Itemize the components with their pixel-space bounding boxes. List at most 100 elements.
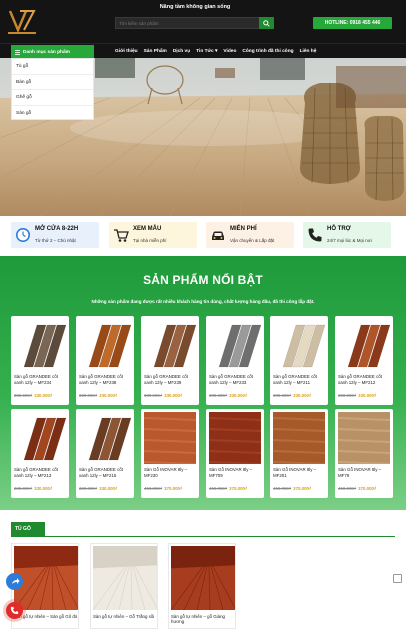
nav-item-news[interactable]: Tin Tức ▾ (196, 49, 217, 54)
nav-item-contact[interactable]: Liên hệ (300, 49, 317, 54)
chevron-down-icon: ▾ (215, 49, 218, 54)
category-item-ghe-go[interactable]: Ghế gỗ (12, 90, 93, 106)
category-menu-button[interactable]: Danh mục sản phẩm (11, 45, 94, 59)
nav-item-projects[interactable]: Công trình đã thi công (242, 49, 293, 54)
old-price: 380.000₫ (14, 393, 33, 398)
product-card[interactable]: Sàn gỗ GRANDEE cốt xanh 12ly – MF234 380.… (11, 316, 69, 405)
product-name[interactable]: Sàn gỗ GRANDEE cốt xanh 12ly – MF234 (14, 374, 68, 385)
product-card[interactable]: Sàn Gỗ INOVAR 8ly – MF230 450.000₫ 370.000… (141, 409, 199, 498)
product-prices: 380.000₫ 330.000₫ (14, 393, 68, 398)
category-menu-label: Danh mục sản phẩm (23, 49, 70, 55)
old-price: 380.000₫ (338, 393, 357, 398)
category-item-san-go[interactable]: Sàn gỗ (12, 106, 93, 122)
product-card[interactable]: Sàn gỗ GRANDEE cốt xanh 12ly – MF239 380.… (141, 316, 199, 405)
nav-item-about[interactable]: Giới thiệu (115, 49, 138, 54)
logo[interactable] (4, 8, 40, 36)
old-price: 450.000₫ (273, 486, 292, 491)
product-image[interactable] (143, 412, 197, 465)
service-support[interactable]: HỖ TRỢ 24/7 mọi lúc & Mọi nơi (303, 222, 391, 248)
product-name[interactable]: Sàn gỗ tự nhiên – Sàn gỗ Gõ đỏ (14, 614, 78, 619)
product-image[interactable] (92, 546, 159, 611)
nav-item-video[interactable]: Video (223, 49, 236, 54)
product-image[interactable] (79, 412, 132, 464)
service-free-delivery[interactable]: MIỄN PHÍ Vận chuyển & Lắp đặt (206, 222, 294, 248)
sale-price: 370.000₫ (358, 486, 377, 491)
page: Nâng tầm không gian sống HOTLINE: 0918 4… (0, 0, 406, 629)
category-item-ban-go[interactable]: Bàn gỗ (12, 75, 93, 90)
sale-price: 330.000₫ (34, 486, 53, 491)
hotline-button[interactable]: HOTLINE: 0918 455 446 (313, 17, 392, 29)
call-button[interactable] (6, 602, 23, 619)
product-name[interactable]: Sàn gỗ GRANDEE cốt xanh 12ly – MF238 (79, 374, 133, 385)
product-name[interactable]: Sàn Gỗ INOVAR 8ly – MF230 (144, 467, 198, 478)
product-name[interactable]: Sàn gỗ GRANDEE cốt xanh 12ly – MF213 (14, 467, 68, 478)
product-image[interactable] (14, 319, 67, 371)
service-title: XEM MẪU (133, 226, 162, 232)
main-nav: Danh mục sản phẩm Giới thiệu Sản Phẩm Dị… (0, 43, 406, 59)
section-title: SẢN PHẨM NỔI BẬT (143, 273, 263, 287)
product-prices: 450.000₫ 370.000₫ (338, 486, 392, 491)
sale-price: 330.000₫ (34, 393, 53, 398)
tu-go-product-card[interactable]: Sàn gỗ tự nhiên – Gỗ Trắng sồi (90, 543, 159, 629)
old-price: 450.000₫ (144, 486, 163, 491)
sale-price: 330.000₫ (99, 393, 118, 398)
nav-menu: Giới thiệu Sản Phẩm Dịch vụ Tin Tức ▾ Vi… (115, 44, 322, 59)
old-price: 380.000₫ (79, 393, 98, 398)
category-list: Tủ gỗ Bàn gỗ Ghế gỗ Sàn gỗ (11, 58, 94, 120)
product-image[interactable] (272, 412, 326, 465)
old-price: 380.000₫ (79, 486, 98, 491)
product-prices: 380.000₫ 330.000₫ (14, 486, 68, 491)
product-image[interactable] (144, 319, 197, 371)
product-name[interactable]: Sàn gỗ GRANDEE cốt xanh 12ly – MF211 (273, 374, 327, 385)
nav-item-services[interactable]: Dịch vụ (173, 49, 190, 54)
product-card[interactable]: Sàn gỗ GRANDEE cốt xanh 12ly – MF215 380.… (76, 409, 134, 498)
messenger-button[interactable] (6, 573, 23, 590)
product-image[interactable] (13, 546, 80, 611)
clock-icon (16, 228, 30, 242)
product-card[interactable]: Sàn Gỗ INOVAR 8ly – MF79 450.000₫ 370.000₫ (335, 409, 393, 498)
car-icon (212, 231, 224, 240)
product-name[interactable]: Sàn Gỗ INOVAR 8ly – MF79 (338, 467, 392, 478)
product-card[interactable]: Sàn gỗ GRANDEE cốt xanh 12ly – MF233 380.… (206, 316, 264, 405)
product-card[interactable]: Sàn gỗ GRANDEE cốt xanh 12ly – MF238 380.… (76, 316, 134, 405)
product-image[interactable] (170, 546, 237, 611)
scroll-top-button[interactable] (393, 574, 402, 583)
product-name[interactable]: Sàn gỗ GRANDEE cốt xanh 12ly – MF215 (79, 467, 133, 478)
product-image[interactable] (79, 319, 132, 371)
tu-go-product-card[interactable]: Sàn gỗ tự nhiên – gỗ Giáng hương (168, 543, 237, 629)
service-subtitle: Vận chuyển & Lắp đặt (230, 238, 275, 243)
product-name[interactable]: Sàn gỗ GRANDEE cốt xanh 12ly – MF212 (338, 374, 392, 385)
product-card[interactable]: Sàn Gỗ INOVAR 8ly – MF709 450.000₫ 370.000… (206, 409, 264, 498)
product-image[interactable] (273, 319, 326, 371)
product-card[interactable]: Sàn gỗ GRANDEE cốt xanh 12ly – MF212 380.… (335, 316, 393, 405)
product-prices: 380.000₫ 330.000₫ (273, 393, 327, 398)
old-price: 450.000₫ (209, 486, 228, 491)
product-card[interactable]: Sàn gỗ GRANDEE cốt xanh 12ly – MF213 380.… (11, 409, 69, 498)
search-input[interactable] (115, 17, 260, 29)
search-button[interactable] (259, 17, 274, 29)
nav-item-products[interactable]: Sản Phẩm (144, 49, 167, 54)
product-name[interactable]: Sàn gỗ tự nhiên – gỗ Giáng hương (171, 614, 235, 625)
cart-icon (114, 229, 129, 242)
product-card[interactable]: Sàn gỗ GRANDEE cốt xanh 12ly – MF211 380.… (270, 316, 328, 405)
product-image[interactable] (208, 412, 262, 465)
product-image[interactable] (337, 412, 391, 465)
product-name[interactable]: Sàn Gỗ INOVAR 8ly – MF201 (273, 467, 327, 478)
product-image[interactable] (338, 319, 391, 371)
category-item-tu-go[interactable]: Tủ gỗ (12, 59, 93, 75)
tu-go-header: TỦ GỖ (11, 522, 395, 537)
search-icon (263, 19, 270, 27)
product-image[interactable] (14, 412, 67, 464)
product-name[interactable]: Sàn gỗ tự nhiên – Gỗ Trắng sồi (93, 614, 157, 619)
product-name[interactable]: Sàn gỗ GRANDEE cốt xanh 12ly – MF233 (209, 374, 263, 385)
product-image[interactable] (209, 319, 262, 371)
sale-price: 330.000₫ (99, 486, 118, 491)
product-name[interactable]: Sàn gỗ GRANDEE cốt xanh 12ly – MF239 (144, 374, 198, 385)
product-name[interactable]: Sàn Gỗ INOVAR 8ly – MF709 (209, 467, 263, 478)
product-card[interactable]: Sàn Gỗ INOVAR 8ly – MF201 450.000₫ 370.000… (270, 409, 328, 498)
tu-go-tab[interactable]: TỦ GỖ (11, 522, 45, 537)
service-view-samples[interactable]: XEM MẪU Tại nhà miễn phí (109, 222, 197, 248)
old-price: 380.000₫ (273, 393, 292, 398)
service-opening-hours[interactable]: MỞ CỬA 8-22H Từ thứ 2 – Chủ nhật (11, 222, 99, 248)
old-price: 380.000₫ (209, 393, 228, 398)
